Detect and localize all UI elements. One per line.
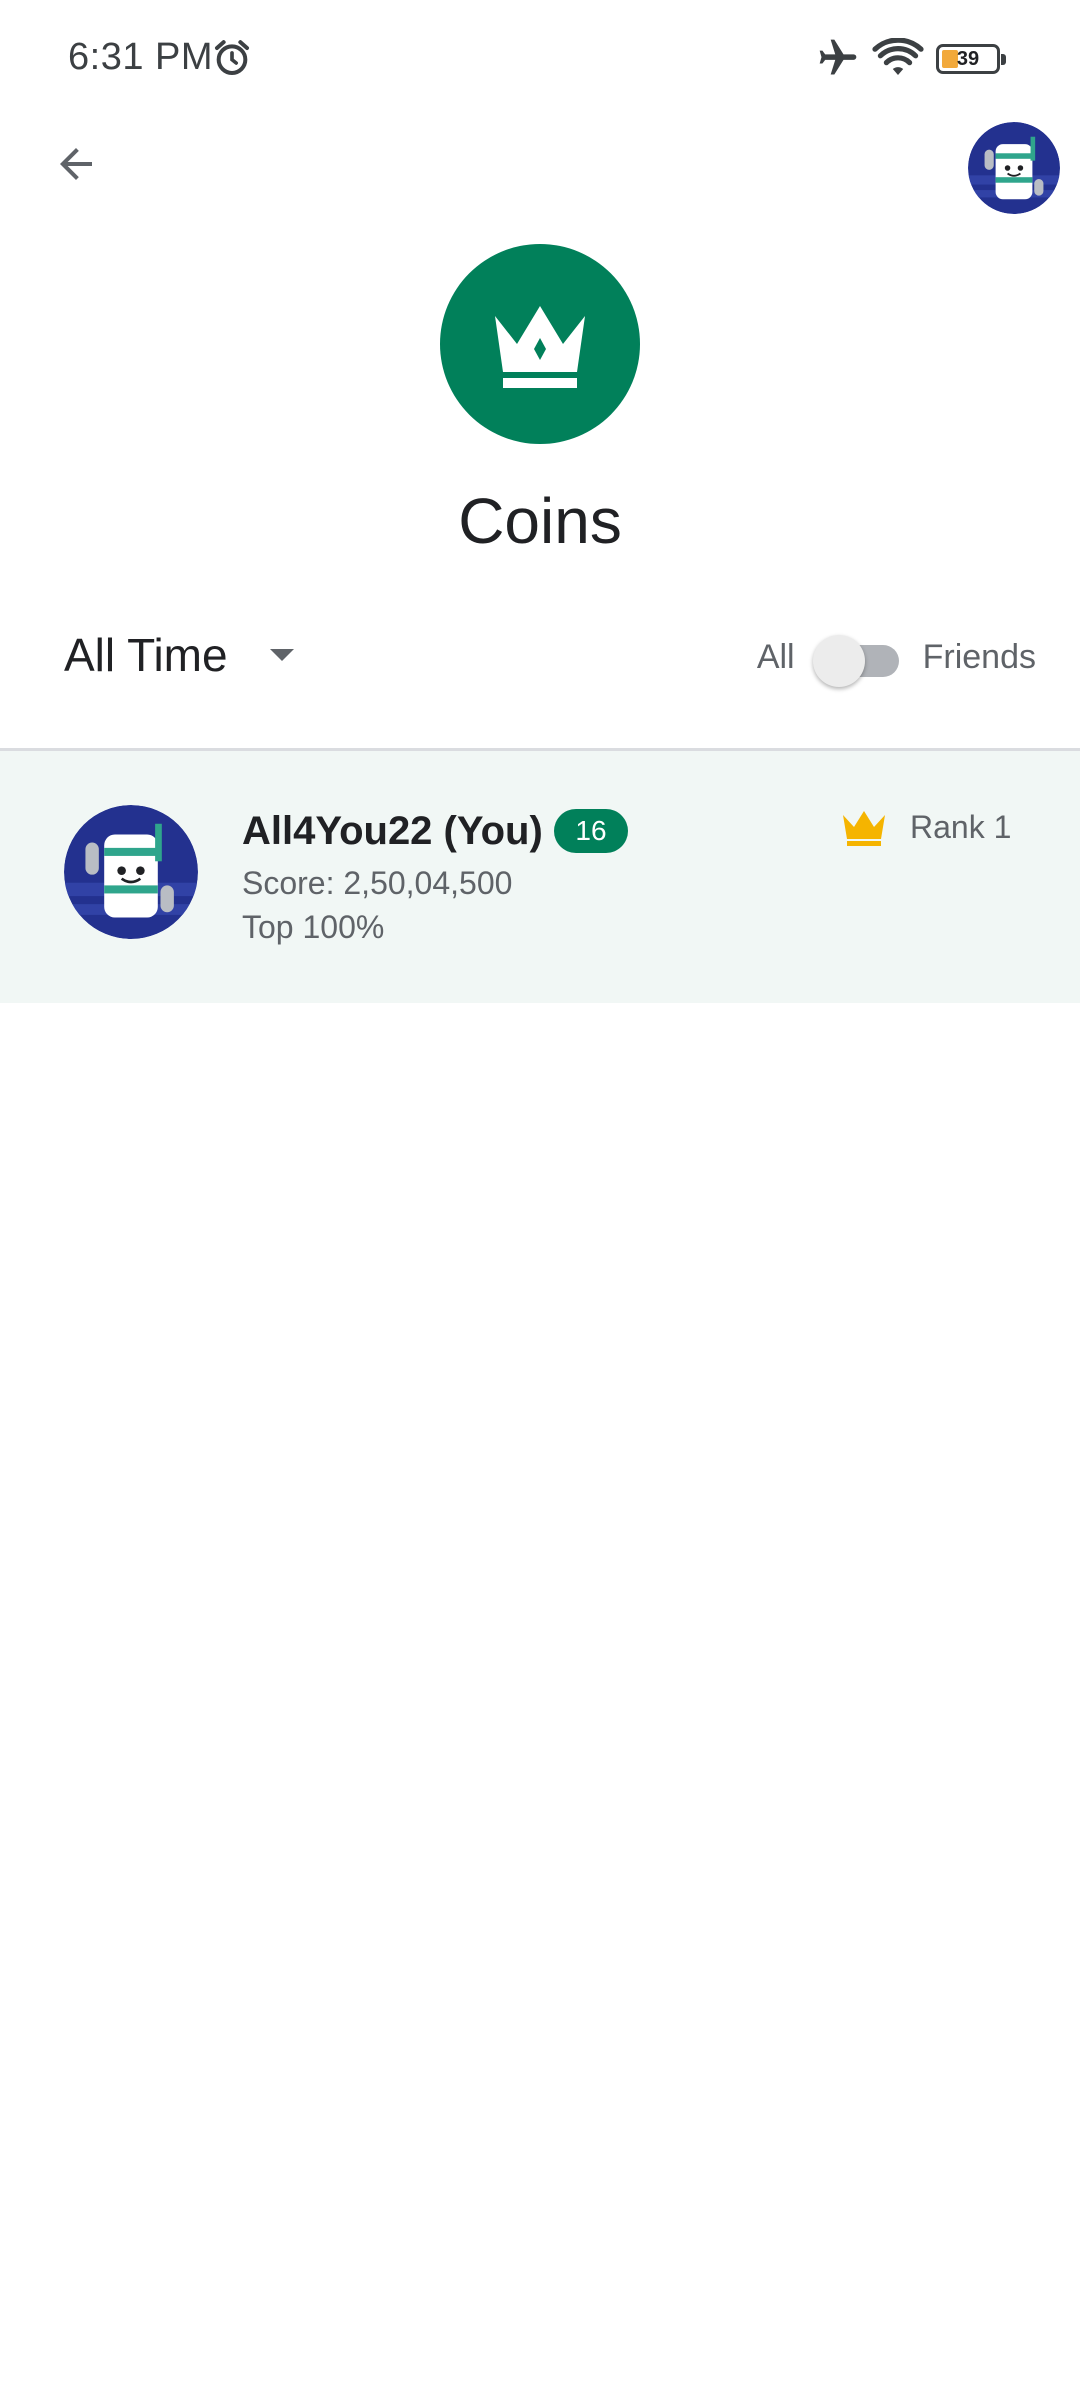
player-name: All4You22 (You): [242, 809, 543, 853]
crown-icon: [495, 306, 585, 388]
back-button[interactable]: [40, 128, 112, 200]
status-bar: 6:31 PM 39: [0, 0, 1080, 120]
wifi-icon: [872, 38, 924, 75]
scope-friends-label: Friends: [922, 637, 1036, 676]
airplane-icon: [819, 39, 857, 75]
profile-avatar[interactable]: [968, 122, 1060, 214]
status-time: 6:31 PM: [68, 36, 214, 78]
time-span-label: All Time: [64, 629, 228, 681]
dropdown-arrow-icon: [269, 649, 294, 661]
back-arrow-icon: [60, 148, 92, 180]
all-friends-switch[interactable]: [812, 627, 901, 687]
alarm-icon: [215, 40, 249, 75]
rank-label: Rank 1: [910, 809, 1012, 845]
leaderboard-crown-badge: [440, 244, 640, 444]
leaderboard-row[interactable]: All4You22 (You) 16 Score: 2,50,04,500 To…: [0, 751, 1080, 1003]
leaderboard-screen: 6:31 PM 39 Coins All Time All Friends Al…: [0, 0, 1080, 2400]
scope-all-label: All: [756, 637, 795, 676]
robot-avatar-icon: [64, 805, 198, 939]
time-span-dropdown[interactable]: All Time: [64, 620, 296, 690]
player-avatar: [64, 805, 198, 939]
player-percentile: Top 100%: [242, 909, 385, 945]
rank-crown-icon: [843, 811, 885, 846]
robot-avatar-icon: [968, 122, 1060, 214]
battery-level: 39: [956, 48, 980, 70]
battery-icon: 39: [936, 44, 1006, 74]
scope-toggle: All Friends: [757, 622, 1036, 692]
page-title: Coins: [458, 485, 622, 557]
level-badge: 16: [554, 809, 628, 853]
switch-thumb: [812, 635, 865, 687]
player-score: Score: 2,50,04,500: [242, 865, 513, 901]
